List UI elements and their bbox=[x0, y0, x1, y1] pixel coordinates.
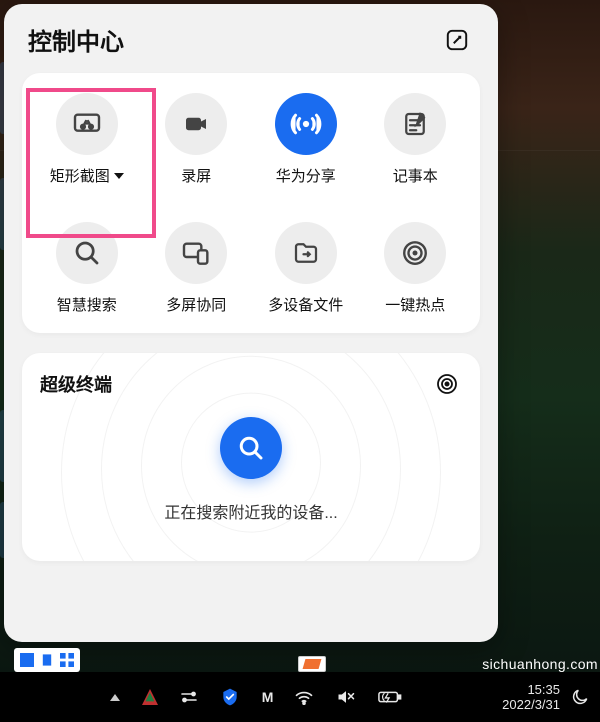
folder-share-icon bbox=[291, 238, 321, 268]
clock-date: 2022/3/31 bbox=[502, 697, 560, 712]
target-icon bbox=[435, 372, 459, 396]
tile-screenshot[interactable]: 矩形截图 bbox=[36, 93, 138, 186]
app-icon bbox=[20, 653, 34, 667]
broadcast-icon bbox=[289, 107, 323, 141]
caret-down-icon[interactable] bbox=[114, 173, 124, 179]
super-terminal-status: 正在搜索附近我的设备... bbox=[164, 499, 337, 523]
notepad-icon bbox=[400, 109, 430, 139]
security-app-icon[interactable] bbox=[220, 687, 240, 707]
tile-label: 一键热点 bbox=[385, 294, 445, 315]
search-icon bbox=[236, 433, 266, 463]
tile-multi-device-files[interactable]: 多设备文件 bbox=[255, 222, 357, 315]
tray-app-m-icon[interactable]: M bbox=[262, 689, 273, 705]
tile-label: 智慧搜索 bbox=[57, 294, 117, 315]
pinned-mini-tray[interactable] bbox=[14, 648, 80, 672]
tile-smart-search[interactable]: 智慧搜索 bbox=[36, 222, 138, 315]
panel-title: 控制中心 bbox=[28, 22, 124, 57]
battery-charging-icon[interactable] bbox=[378, 689, 402, 705]
app-icon bbox=[40, 653, 54, 667]
super-terminal-card: 超级终端 正在搜索附近我的设备... bbox=[22, 353, 480, 561]
watermark-text: sichuanhong.com bbox=[482, 656, 598, 672]
network-settings-icon[interactable] bbox=[180, 689, 198, 705]
tile-label: 华为分享 bbox=[276, 165, 336, 186]
super-terminal-settings-button[interactable] bbox=[432, 369, 462, 399]
quick-tiles-card: 矩形截图 录屏 bbox=[22, 73, 480, 333]
edit-button[interactable] bbox=[440, 23, 474, 57]
focus-assist-icon[interactable] bbox=[570, 687, 590, 707]
search-icon bbox=[72, 238, 102, 268]
taskbar-clock[interactable]: 15:35 2022/3/31 bbox=[502, 682, 560, 713]
tile-notepad[interactable]: 记事本 bbox=[365, 93, 467, 186]
control-center-panel: 控制中心 矩形截图 bbox=[4, 4, 498, 642]
volume-mute-icon[interactable] bbox=[336, 688, 356, 706]
tray-app-icon[interactable] bbox=[142, 689, 158, 705]
tile-record[interactable]: 录屏 bbox=[146, 93, 248, 186]
panel-header: 控制中心 bbox=[22, 22, 480, 57]
tile-label: 矩形截图 bbox=[50, 165, 110, 186]
tile-label: 记事本 bbox=[393, 165, 438, 186]
tile-instant-hotspot[interactable]: 一键热点 bbox=[365, 222, 467, 315]
tile-label: 录屏 bbox=[181, 165, 211, 186]
clock-time: 15:35 bbox=[527, 682, 560, 697]
video-camera-icon bbox=[181, 109, 211, 139]
hotspot-icon bbox=[400, 238, 430, 268]
quick-tiles-grid: 矩形截图 录屏 bbox=[36, 93, 466, 315]
super-terminal-search-button[interactable] bbox=[220, 417, 282, 479]
wifi-icon[interactable] bbox=[294, 689, 314, 705]
taskbar-app-thumbnail[interactable] bbox=[298, 656, 326, 672]
taskbar: M 15:35 2022/3/31 bbox=[0, 672, 600, 722]
app-icon bbox=[60, 653, 74, 667]
tile-label: 多设备文件 bbox=[268, 294, 343, 315]
tile-label: 多屏协同 bbox=[166, 294, 226, 315]
multi-screen-icon bbox=[180, 237, 212, 269]
tray-overflow-button[interactable] bbox=[110, 694, 120, 701]
system-tray: M bbox=[10, 687, 502, 707]
tile-multi-screen[interactable]: 多屏协同 bbox=[146, 222, 248, 315]
screenshot-icon bbox=[71, 108, 103, 140]
tile-huawei-share[interactable]: 华为分享 bbox=[255, 93, 357, 186]
